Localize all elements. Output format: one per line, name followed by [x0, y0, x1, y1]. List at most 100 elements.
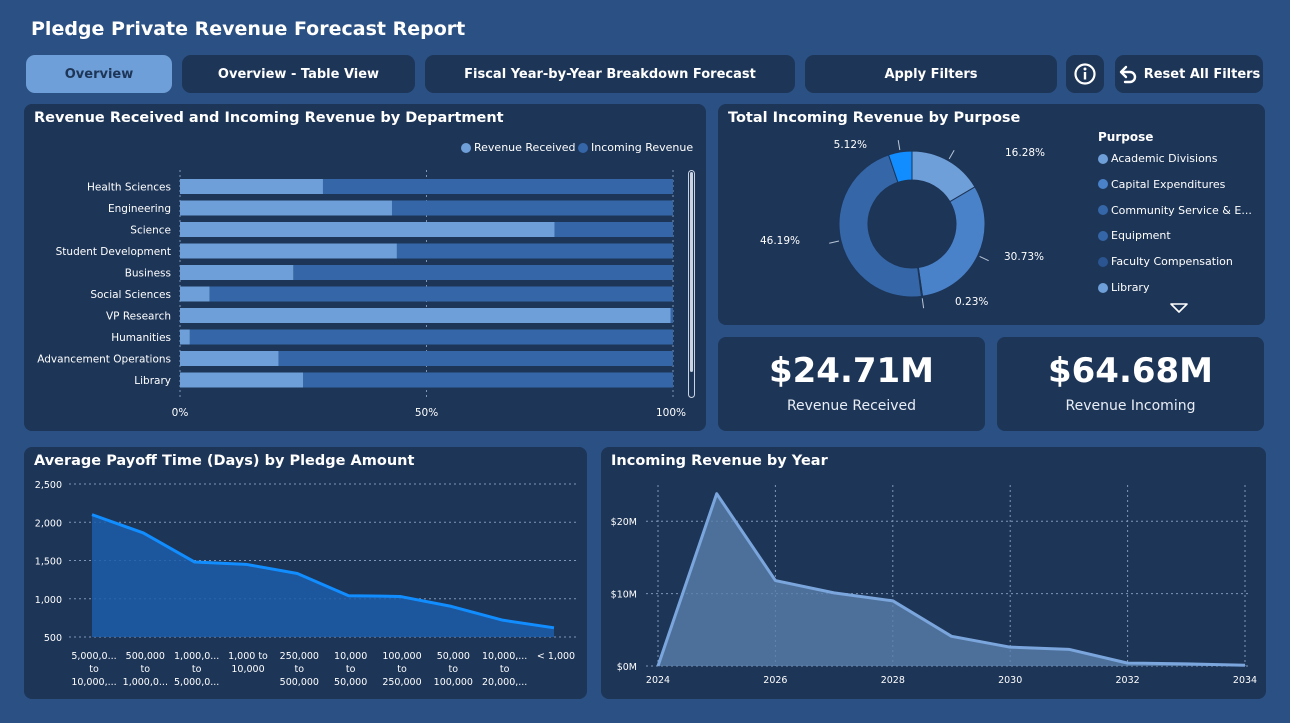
kpi-label: Revenue Incoming [1065, 398, 1196, 414]
x-tick-label: 2034 [1233, 675, 1257, 686]
purpose-legend-item[interactable]: Equipment [1098, 229, 1171, 242]
bar-segment [209, 286, 673, 302]
y-tick-label: $0M [617, 662, 637, 673]
legend-scroll-down-icon[interactable] [1169, 302, 1189, 314]
category-label: Humanities [111, 332, 171, 344]
x-tick-label: 100,000 [382, 651, 421, 662]
reset-all-filters-label: Reset All Filters [1143, 66, 1261, 82]
purpose-donut-chart: 16.28% 30.73% 0.23% 46.19% 5.12% [760, 139, 1045, 309]
area-fill [658, 493, 1245, 666]
bar-segment [180, 243, 397, 259]
purpose-donut-card: Total Incoming Revenue by Purpose 16.28%… [718, 104, 1265, 325]
x-tick-label: 2026 [763, 675, 787, 686]
category-label: Library [134, 375, 171, 387]
apply-filters-button[interactable]: Apply Filters [805, 55, 1057, 93]
purpose-legend-label: Equipment [1111, 229, 1171, 243]
bar-segment [180, 200, 392, 216]
x-tick-label: 2030 [998, 675, 1022, 686]
kpi-card-revenue-received: $24.71M Revenue Received [718, 337, 985, 431]
payoff-time-chart-card: Average Payoff Time (Days) by Pledge Amo… [24, 447, 587, 699]
bar-segment [391, 200, 673, 216]
x-tick-label: 250,000 [382, 677, 421, 688]
purpose-legend-item[interactable]: Library [1098, 281, 1149, 294]
purpose-legend-label: Academic Divisions [1111, 152, 1218, 165]
x-tick-label: 500,000 [280, 677, 319, 688]
slice-leader-line [897, 140, 901, 151]
bar-segment [303, 372, 673, 388]
x-tick-label: 20,000,... [482, 677, 527, 688]
x-tick-label: 50% [415, 407, 438, 419]
scrollbar-thumb[interactable] [690, 172, 693, 372]
x-tick-label: 50,000 [334, 677, 367, 688]
x-tick-label: 1,000 to [228, 651, 268, 662]
legend-dot-icon [1098, 179, 1108, 190]
revenue-by-year-chart-card: Incoming Revenue by Year $20M $10M $0M 2024… [601, 447, 1266, 699]
undo-arrow-icon [1119, 65, 1136, 84]
tab-overview-table-view[interactable]: Overview - Table View [182, 55, 415, 93]
y-tick-label: $20M [611, 517, 637, 528]
y-tick-label: $10M [611, 590, 637, 601]
purpose-legend-item[interactable]: Community Service & E... [1098, 204, 1252, 217]
category-label: Student Development [56, 246, 171, 258]
kpi-value: $64.68M [1047, 351, 1214, 391]
year-area-chart: $20M $10M $0M 2024 2026 2028 2030 2032 2034 [611, 485, 1257, 686]
purpose-legend-label: Library [1111, 281, 1150, 294]
scrollbar-track[interactable] [688, 170, 695, 398]
x-tick-label: 500,000 [126, 651, 165, 662]
bar-segment [396, 243, 673, 259]
x-tick-label: 10,000,... [71, 677, 116, 688]
reset-all-filters-button[interactable]: Reset All Filters [1115, 55, 1263, 93]
bar-segment [670, 308, 673, 323]
department-bar-chart-card: Revenue Received and Incoming Revenue by… [24, 104, 706, 431]
tab-fiscal-breakdown[interactable]: Fiscal Year-by-Year Breakdown Forecast [425, 55, 795, 93]
legend-dot-icon [1098, 153, 1108, 164]
slice-label: 5.12% [834, 139, 867, 151]
kpi-value: $24.71M [768, 351, 935, 391]
bar-segment [180, 286, 210, 302]
x-tick-label: to [346, 664, 356, 675]
slice-leader-line [921, 298, 925, 309]
x-tick-label: to [500, 664, 510, 675]
page-title: Pledge Private Revenue Forecast Report [31, 18, 466, 40]
x-tick-label: 10,000 [231, 664, 264, 675]
category-label: Advancement Operations [37, 354, 171, 366]
legend-dot-icon [1098, 282, 1108, 293]
category-label: Engineering [108, 203, 171, 215]
donut-slice [917, 186, 986, 297]
category-label: VP Research [106, 311, 171, 323]
x-tick-label: to [397, 664, 407, 675]
x-tick-label: 10,000 [334, 651, 367, 662]
purpose-legend-label: Faculty Compensation [1111, 255, 1233, 269]
bar-segment [180, 351, 279, 366]
y-tick-label: 1,000 [35, 595, 62, 606]
y-tick-label: 2,500 [35, 480, 62, 491]
bar-segment [293, 265, 673, 280]
x-tick-label: 2028 [881, 675, 905, 686]
slice-label: 46.19% [760, 235, 800, 247]
x-tick-label: 1,000,0... [174, 651, 219, 662]
bar-segment [180, 222, 555, 237]
purpose-legend-item[interactable]: Academic Divisions [1098, 152, 1218, 165]
tab-overview[interactable]: Overview [26, 55, 172, 93]
purpose-legend-label: Community Service & E... [1111, 203, 1252, 217]
x-tick-label: to [192, 664, 202, 675]
info-button[interactable] [1066, 55, 1104, 93]
x-tick-label: 50,000 [437, 651, 470, 662]
x-tick-label: to [141, 664, 151, 675]
legend-dot-icon [1098, 205, 1108, 216]
bar-segment [322, 179, 673, 194]
x-tick-label: to [89, 664, 99, 675]
kpi-label: Revenue Received [786, 398, 917, 414]
area-fill [92, 514, 554, 637]
x-tick-label: 10,000,... [482, 651, 527, 662]
purpose-legend-item[interactable]: Capital Expenditures [1098, 178, 1225, 191]
legend-title: Purpose [1098, 130, 1154, 144]
bar-segment [189, 329, 674, 345]
x-tick-label: 100,000 [434, 677, 473, 688]
category-label: Health Sciences [87, 182, 171, 194]
info-icon [1074, 63, 1096, 85]
purpose-legend-item[interactable]: Faculty Compensation [1098, 255, 1233, 268]
x-tick-label: 2032 [1116, 675, 1140, 686]
bar-segment [554, 222, 673, 237]
bar-segment [180, 372, 304, 388]
